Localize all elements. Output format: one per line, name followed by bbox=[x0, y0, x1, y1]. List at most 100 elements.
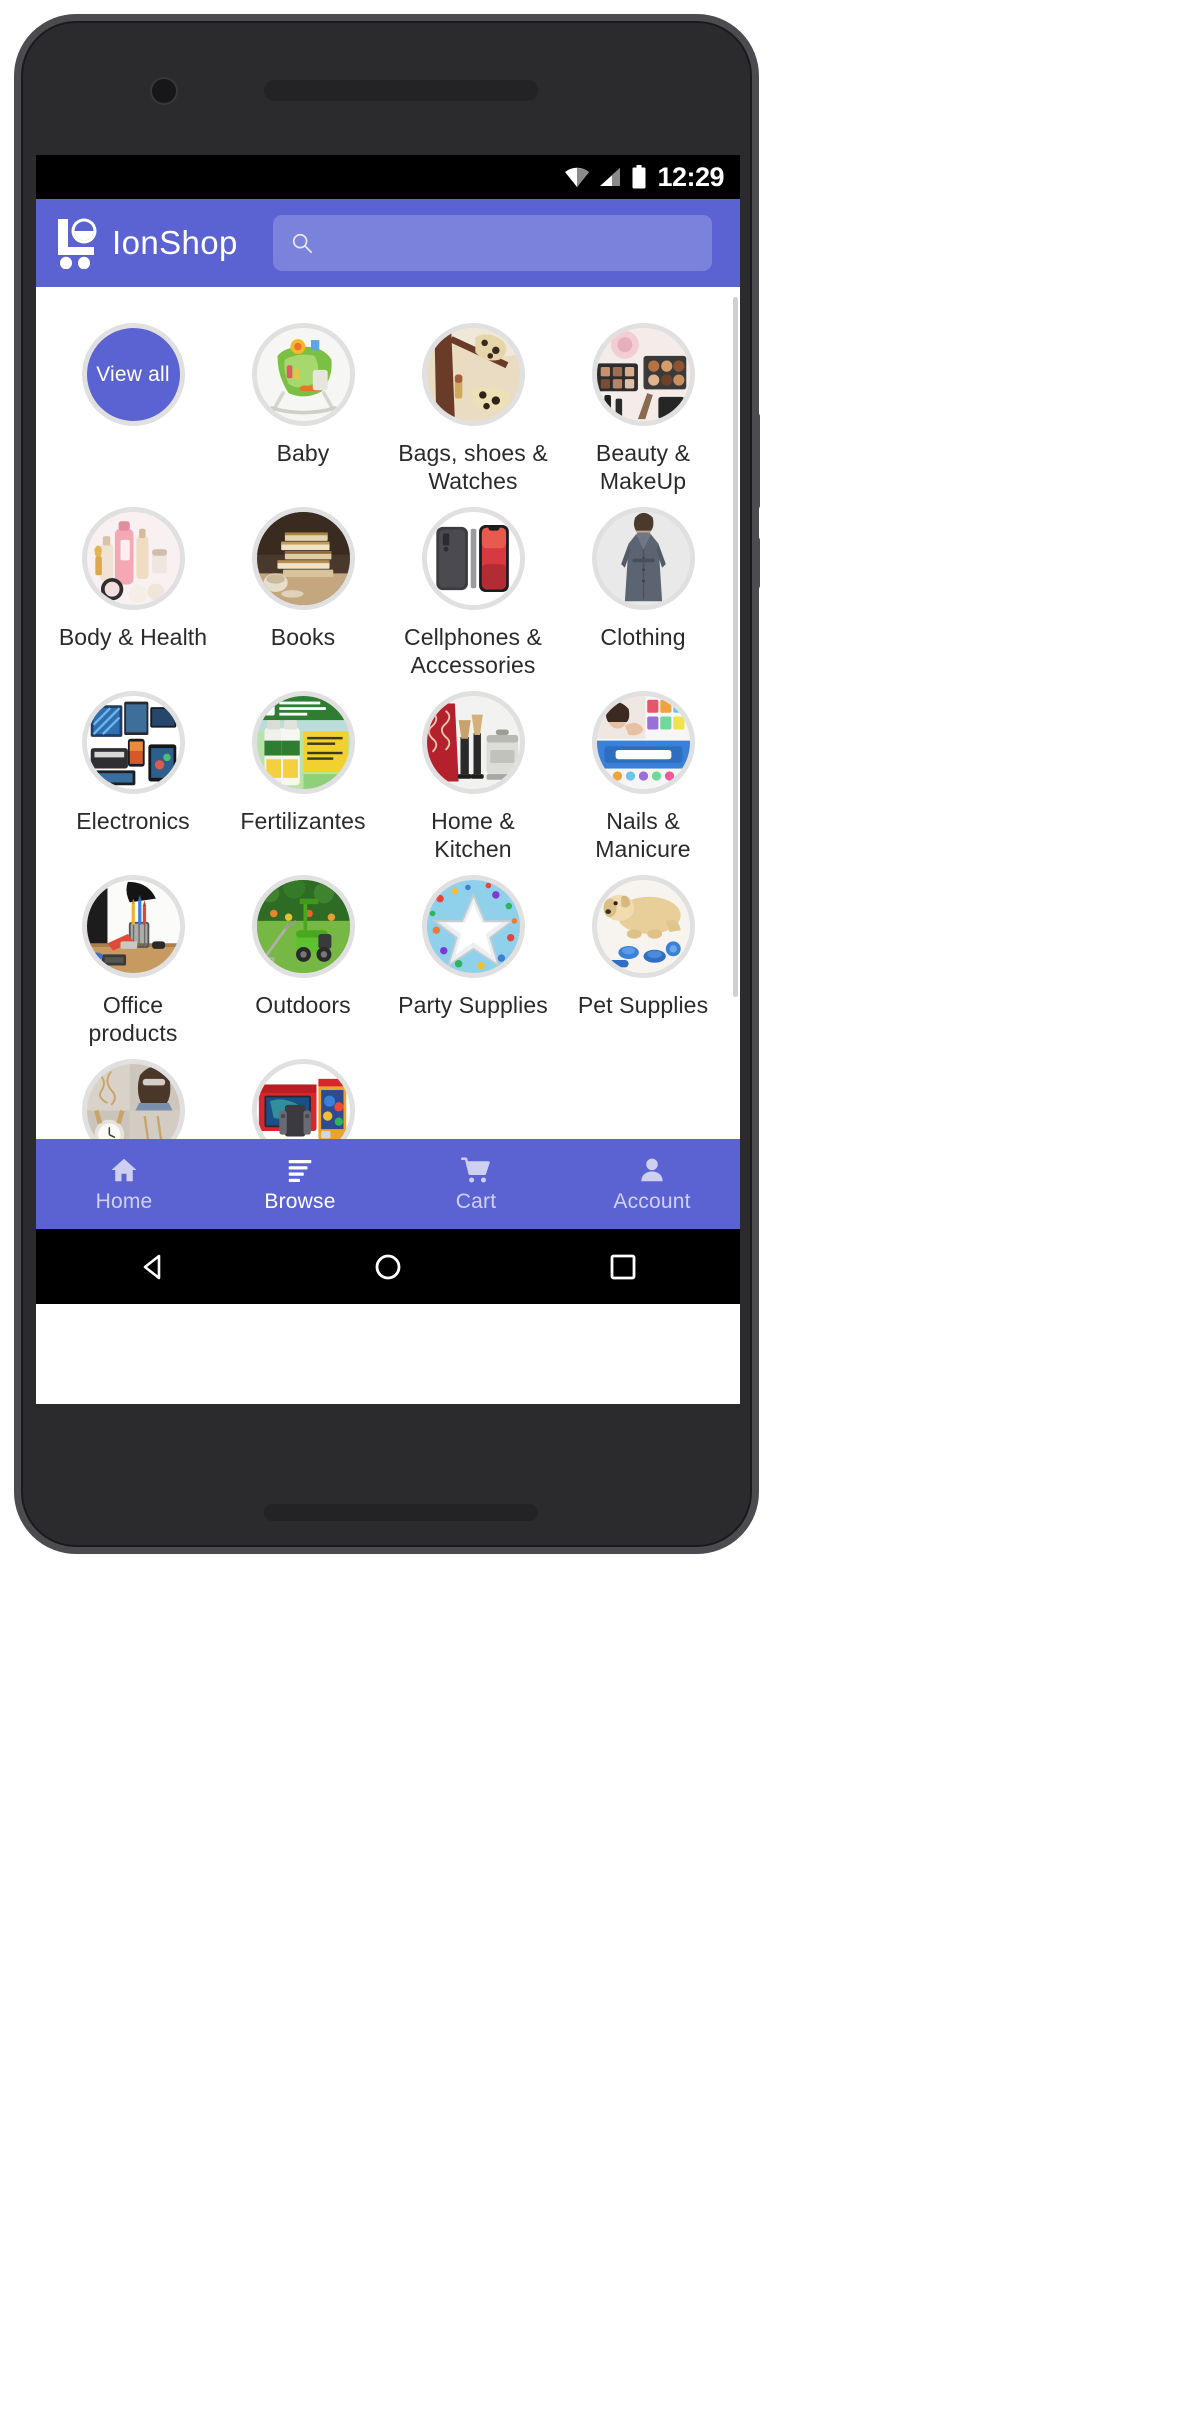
jewelry-watches-image bbox=[86, 1064, 180, 1139]
status-time: 12:29 bbox=[657, 161, 724, 192]
back-triangle-icon bbox=[144, 1254, 161, 1279]
status-bar: 12:29 bbox=[36, 155, 740, 199]
category-item-body-health[interactable]: Body & Health bbox=[48, 507, 218, 679]
category-thumbnail bbox=[251, 507, 355, 611]
category-thumbnail bbox=[591, 875, 695, 979]
home-icon bbox=[111, 1158, 137, 1181]
category-item-party-supplies[interactable]: Party Supplies bbox=[388, 875, 558, 1047]
pet-supplies-image bbox=[596, 880, 690, 974]
tab-cart[interactable]: Cart bbox=[388, 1155, 564, 1214]
cellphones-accessories-image bbox=[426, 512, 520, 606]
baby-bouncer-image bbox=[256, 328, 350, 421]
view-all-circle[interactable]: View all bbox=[81, 323, 185, 426]
category-label: Home & Kitchen bbox=[431, 808, 515, 863]
category-label: Baby bbox=[276, 440, 330, 466]
category-item-books[interactable]: Books bbox=[218, 507, 388, 679]
tab-label: Account bbox=[613, 1189, 691, 1213]
category-thumbnail bbox=[81, 691, 185, 795]
cart-icon bbox=[461, 1157, 490, 1182]
category-item-baby[interactable]: Baby bbox=[218, 323, 388, 495]
category-thumbnail bbox=[421, 507, 525, 611]
category-item-beauty-makeup[interactable]: Beauty & MakeUp bbox=[558, 323, 728, 495]
wifi-icon bbox=[565, 167, 590, 187]
search-icon bbox=[292, 233, 312, 254]
list-icon bbox=[288, 1159, 312, 1182]
scrollbar[interactable] bbox=[733, 297, 738, 997]
nails-manicure-image bbox=[596, 696, 690, 790]
bottom-tab-bar: Home Browse Cart Account bbox=[36, 1139, 740, 1229]
category-label: Books bbox=[270, 624, 336, 651]
category-label: Bags, shoes & Watches bbox=[398, 440, 548, 495]
category-item-view-all[interactable]: View all bbox=[48, 323, 218, 495]
beauty-makeup-image bbox=[596, 328, 690, 421]
category-item-clothing[interactable]: Clothing bbox=[558, 507, 728, 679]
category-thumbnail bbox=[421, 691, 525, 795]
recents-square-icon bbox=[610, 1254, 636, 1279]
home-circle-icon bbox=[375, 1254, 401, 1279]
category-thumbnail bbox=[421, 323, 525, 426]
power-button[interactable] bbox=[752, 537, 760, 589]
category-item-electronics[interactable]: Electronics bbox=[48, 691, 218, 863]
body-health-image bbox=[86, 512, 180, 606]
category-browse-content: View all Baby Bags, shoes & Watches Beau… bbox=[36, 287, 740, 1139]
battery-icon bbox=[632, 165, 646, 189]
android-home-button[interactable] bbox=[367, 1246, 409, 1288]
category-thumbnail bbox=[251, 323, 355, 426]
category-item-office-products[interactable]: Office products bbox=[48, 875, 218, 1047]
tab-account[interactable]: Account bbox=[564, 1155, 740, 1214]
category-label: Fertilizantes bbox=[240, 808, 366, 835]
category-item-bags-shoes-watches[interactable]: Bags, shoes & Watches bbox=[388, 323, 558, 495]
category-label: Nails & Manicure bbox=[595, 808, 691, 863]
person-icon bbox=[641, 1158, 663, 1181]
category-label: Pet Supplies bbox=[577, 992, 709, 1019]
category-item-pet-supplies[interactable]: Pet Supplies bbox=[558, 875, 728, 1047]
category-thumbnail bbox=[421, 875, 525, 979]
outdoors-image bbox=[256, 880, 350, 974]
party-supplies-image bbox=[426, 880, 520, 974]
category-thumbnail bbox=[591, 507, 695, 611]
search-bar[interactable] bbox=[272, 215, 712, 271]
electronics-image bbox=[86, 696, 180, 790]
video-games-image bbox=[256, 1064, 350, 1139]
view-all-label: View all bbox=[96, 362, 170, 386]
signal-icon bbox=[600, 168, 621, 186]
tab-home[interactable]: Home bbox=[36, 1155, 212, 1214]
brand-name: IonShop bbox=[112, 224, 238, 261]
category-thumbnail bbox=[251, 875, 355, 979]
category-item-outdoors[interactable]: Outdoors bbox=[218, 875, 388, 1047]
category-item-16[interactable] bbox=[48, 1059, 218, 1139]
android-recents-button[interactable] bbox=[602, 1246, 644, 1288]
front-camera bbox=[152, 79, 176, 103]
phone-frame: 12:29 IonShop View all Baby Bags, shoes … bbox=[14, 14, 760, 1554]
category-label: Beauty & MakeUp bbox=[595, 440, 691, 495]
category-label: Outdoors bbox=[255, 992, 351, 1019]
category-item-17[interactable] bbox=[218, 1059, 388, 1139]
status-icons bbox=[564, 165, 646, 189]
category-thumbnail bbox=[81, 1059, 185, 1139]
category-label: Clothing bbox=[600, 624, 686, 651]
tab-browse[interactable]: Browse bbox=[212, 1155, 388, 1214]
app-header: IonShop bbox=[36, 199, 740, 287]
category-thumbnail bbox=[81, 875, 185, 979]
clothing-image bbox=[596, 512, 690, 606]
phone-screen: 12:29 IonShop View all Baby Bags, shoes … bbox=[36, 155, 740, 1404]
category-thumbnail bbox=[591, 691, 695, 795]
category-item-cellphones-accessories[interactable]: Cellphones & Accessories bbox=[388, 507, 558, 679]
android-back-button[interactable] bbox=[132, 1246, 174, 1288]
category-grid: View all Baby Bags, shoes & Watches Beau… bbox=[36, 287, 740, 1139]
category-thumbnail bbox=[81, 507, 185, 611]
search-input[interactable] bbox=[325, 231, 694, 255]
category-label: Body & Health bbox=[58, 624, 208, 651]
category-label: Electronics bbox=[76, 808, 190, 835]
shopping-cart-logo-icon bbox=[58, 218, 97, 269]
office-products-image bbox=[86, 880, 180, 974]
tab-label: Home bbox=[95, 1189, 153, 1213]
category-thumbnail bbox=[591, 323, 695, 426]
category-item-fertilizantes[interactable]: Fertilizantes bbox=[218, 691, 388, 863]
tab-label: Cart bbox=[455, 1189, 497, 1213]
volume-button[interactable] bbox=[752, 413, 760, 509]
brand[interactable]: IonShop bbox=[56, 217, 238, 269]
category-item-nails-manicure[interactable]: Nails & Manicure bbox=[558, 691, 728, 863]
category-item-home-kitchen[interactable]: Home & Kitchen bbox=[388, 691, 558, 863]
earpiece-speaker bbox=[264, 80, 538, 101]
